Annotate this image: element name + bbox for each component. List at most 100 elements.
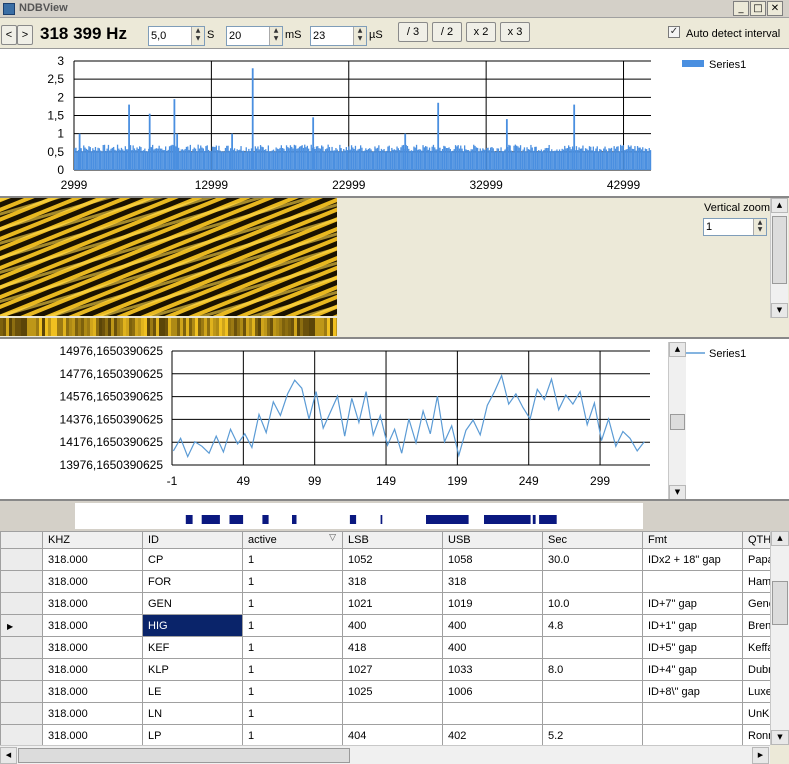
column-header-lsb[interactable]: LSB [342, 531, 443, 549]
cell-qth[interactable]: UnKr [742, 702, 771, 725]
column-header-id[interactable]: ID [142, 531, 243, 549]
cell-sec[interactable]: 4.8 [542, 614, 643, 637]
cell-usb[interactable]: 400 [442, 636, 543, 659]
column-header-sec[interactable]: Sec [542, 531, 643, 549]
cell-usb[interactable]: 402 [442, 724, 543, 747]
cell-id[interactable]: KEF [142, 636, 243, 659]
spectrogram-scrollbar[interactable]: ▲ ▼ [770, 198, 788, 318]
close-button[interactable]: ✕ [767, 1, 783, 16]
cell-khz[interactable]: 318.000 [42, 658, 143, 681]
cell-id[interactable]: KLP [142, 658, 243, 681]
column-header-usb[interactable]: USB [442, 531, 543, 549]
cell-lsb[interactable]: 1021 [342, 592, 443, 615]
divide-2-button[interactable]: / 2 [432, 22, 462, 42]
scroll-up-icon[interactable]: ▲ [771, 531, 789, 546]
cell-qth[interactable]: Bren [742, 614, 771, 637]
cell-lsb[interactable] [342, 702, 443, 725]
cell-lsb[interactable]: 400 [342, 614, 443, 637]
cell-fmt[interactable]: ID+8\" gap [642, 680, 743, 703]
time-chart-scrollbar[interactable]: ▲ ▼ [668, 342, 686, 500]
column-header-khz[interactable]: KHZ [42, 531, 143, 549]
cell-lsb[interactable]: 404 [342, 724, 443, 747]
scroll-down-icon[interactable]: ▼ [771, 303, 788, 318]
cell-sec[interactable] [542, 636, 643, 659]
seconds-value[interactable]: 5,0 [151, 30, 166, 42]
row-header[interactable] [0, 548, 43, 571]
row-header[interactable] [0, 702, 43, 725]
ms-value[interactable]: 20 [229, 30, 241, 42]
scroll-thumb[interactable] [772, 216, 787, 284]
spinner-arrows-icon[interactable]: ▲ ▼ [191, 27, 204, 45]
cell-fmt[interactable]: ID+1" gap [642, 614, 743, 637]
cell-qth[interactable]: Hamr [742, 570, 771, 593]
cell-khz[interactable]: 318.000 [42, 636, 143, 659]
next-button[interactable]: > [17, 25, 33, 45]
vertical-zoom-spinner[interactable]: 1 ▲ ▼ [703, 218, 767, 236]
cell-khz[interactable]: 318.000 [42, 570, 143, 593]
cell-id[interactable]: LN [142, 702, 243, 725]
cell-lsb[interactable]: 418 [342, 636, 443, 659]
table-row[interactable]: 318.000 KLP 1 1027 1033 8.0 ID+4" gap Dubr [0, 658, 771, 681]
cell-usb[interactable]: 1006 [442, 680, 543, 703]
cell-active[interactable]: 1 [242, 614, 343, 637]
auto-detect-checkbox[interactable]: ✓ [668, 26, 680, 38]
table-row[interactable]: 318.000LN1 UnKr [0, 702, 771, 725]
cell-qth[interactable]: Luxe [742, 680, 771, 703]
cell-id[interactable]: HIG [142, 614, 243, 637]
cell-sec[interactable]: 10.0 [542, 592, 643, 615]
cell-usb[interactable]: 1019 [442, 592, 543, 615]
cell-fmt[interactable]: IDx2 + 18" gap [642, 548, 743, 571]
cell-active[interactable]: 1 [242, 592, 343, 615]
spinner-arrows-icon[interactable]: ▲ ▼ [753, 219, 766, 235]
table-row[interactable]: 318.000 LE 1 1025 1006 ID+8\" gap Luxe [0, 680, 771, 703]
cell-usb[interactable] [442, 702, 543, 725]
scroll-right-icon[interactable]: ▶ [752, 747, 769, 764]
cell-khz[interactable]: 318.000 [42, 680, 143, 703]
maximize-button[interactable]: □ [750, 1, 766, 16]
table-row[interactable]: 318.000FOR1318318Hamr [0, 570, 771, 593]
cell-khz[interactable]: 318.000 [42, 592, 143, 615]
row-header[interactable] [0, 592, 43, 615]
cell-fmt[interactable] [642, 570, 743, 593]
vertical-zoom-value[interactable]: 1 [706, 221, 712, 233]
cell-sec[interactable] [542, 570, 643, 593]
cell-sec[interactable]: 5.2 [542, 724, 643, 747]
cell-lsb[interactable]: 1027 [342, 658, 443, 681]
cell-active[interactable]: 1 [242, 680, 343, 703]
cell-fmt[interactable] [642, 702, 743, 725]
cell-fmt[interactable]: ID+4" gap [642, 658, 743, 681]
multiply-2-button[interactable]: x 2 [466, 22, 496, 42]
cell-khz[interactable]: 318.000 [42, 724, 143, 747]
us-value[interactable]: 23 [313, 30, 325, 42]
column-header-qth[interactable]: QTH [742, 531, 771, 549]
cell-sec[interactable]: 30.0 [542, 548, 643, 571]
column-header-active[interactable]: active ▽ [242, 531, 343, 549]
cell-lsb[interactable]: 1052 [342, 548, 443, 571]
row-header[interactable] [0, 680, 43, 703]
cell-active[interactable]: 1 [242, 548, 343, 571]
column-header-fmt[interactable]: Fmt [642, 531, 743, 549]
cell-usb[interactable]: 318 [442, 570, 543, 593]
prev-button[interactable]: < [1, 25, 17, 45]
cell-khz[interactable]: 318.000 [42, 548, 143, 571]
row-header[interactable] [0, 570, 43, 593]
cell-active[interactable]: 1 [242, 570, 343, 593]
cell-id[interactable]: CP [142, 548, 243, 571]
minimize-button[interactable]: _ [733, 1, 749, 16]
scroll-up-icon[interactable]: ▲ [669, 342, 686, 357]
grid-vertical-scrollbar[interactable]: ▲ ▼ [770, 531, 789, 745]
scroll-up-icon[interactable]: ▲ [771, 198, 788, 213]
cell-id[interactable]: LE [142, 680, 243, 703]
cell-sec[interactable] [542, 702, 643, 725]
cell-lsb[interactable]: 1025 [342, 680, 443, 703]
spinner-arrows-icon[interactable]: ▲ ▼ [269, 27, 282, 45]
table-row[interactable]: 318.000LP14044025.2 Ronn [0, 724, 771, 747]
scroll-thumb[interactable] [670, 414, 685, 430]
table-row[interactable]: 318.000GEN11021101910.0ID+7" gapGenc [0, 592, 771, 615]
cell-khz[interactable]: 318.000 [42, 614, 143, 637]
cell-usb[interactable]: 1033 [442, 658, 543, 681]
cell-qth[interactable]: Ronn [742, 724, 771, 747]
seconds-spinner[interactable]: 5,0 ▲ ▼ [148, 26, 205, 46]
cell-id[interactable]: FOR [142, 570, 243, 593]
cell-fmt[interactable] [642, 724, 743, 747]
